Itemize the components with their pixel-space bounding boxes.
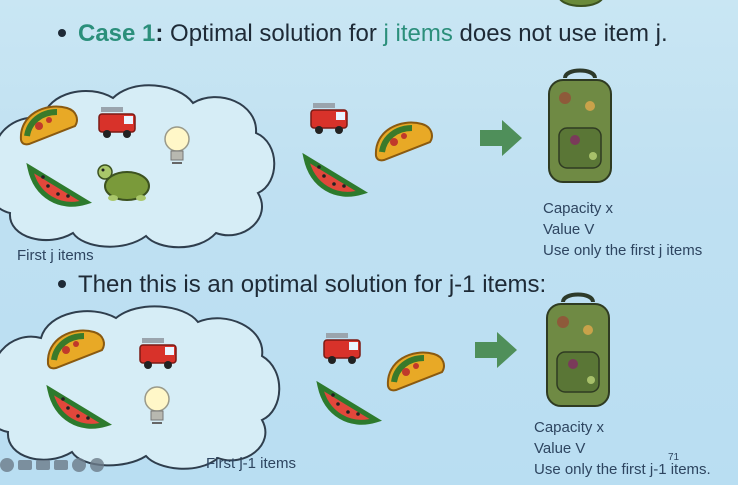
backpack-icon (548, 68, 612, 183)
case1-prefix: Case 1 (78, 20, 156, 47)
taco-icon (386, 351, 445, 392)
backpack-icon (546, 292, 610, 407)
slide-number: 71 (668, 452, 680, 463)
cloud-top-label: First j items (17, 247, 94, 264)
arrow-right-icon (475, 332, 517, 368)
value-label: Value V (534, 440, 586, 457)
case1-text-b: j items (383, 20, 453, 47)
then-text: Then this is an optimal solution for j-1… (78, 271, 547, 298)
watermelon-icon (26, 162, 92, 207)
firetruck-icon (323, 333, 361, 364)
firetruck-icon (310, 103, 348, 134)
bullet-dot (58, 28, 66, 37)
bottom-capacity-info: Capacity x Value V Use only the first j-… (534, 417, 711, 480)
more-options-icon[interactable] (72, 458, 86, 472)
next-slide-icon[interactable] (90, 458, 104, 472)
case1-heading: Case 1: Optimal solution for j items doe… (58, 20, 668, 48)
firetruck-icon (98, 107, 136, 138)
watermelon-icon (316, 380, 382, 425)
lightbulb-icon (164, 126, 190, 164)
taco-icon (19, 105, 78, 146)
capacity-label: Capacity x (543, 200, 614, 217)
case1-text-c: does not use item j. (452, 20, 668, 47)
presentation-toolbar (0, 458, 104, 472)
turtle-icon (559, 0, 603, 7)
previous-slide-icon[interactable] (0, 458, 14, 472)
arrow-right-icon (480, 120, 522, 156)
then-heading: Then this is an optimal solution for j-1… (58, 271, 546, 299)
taco-icon (374, 121, 433, 162)
zoom-icon[interactable] (54, 460, 68, 470)
value-label: Value V (543, 221, 595, 238)
watermelon-icon (46, 384, 112, 429)
turtle-icon (97, 164, 150, 201)
capacity-label: Capacity x (534, 419, 605, 436)
slide-grid-icon[interactable] (36, 460, 50, 470)
taco-icon (46, 329, 105, 370)
pen-tool-icon[interactable] (18, 460, 32, 470)
case1-text-a: Optimal solution for (163, 20, 384, 47)
lightbulb-icon (144, 386, 170, 424)
top-capacity-info: Capacity x Value V Use only the first j … (543, 198, 702, 261)
firetruck-icon (139, 338, 177, 369)
cloud-bottom-label: First j-1 items (206, 455, 296, 472)
use-only-label: Use only the first j items (543, 242, 703, 259)
slide: Case 1: Optimal solution for j items doe… (0, 0, 738, 485)
watermelon-icon (302, 152, 368, 197)
use-only-label: Use only the first j-1 items. (534, 461, 711, 478)
bullet-dot (58, 279, 66, 288)
